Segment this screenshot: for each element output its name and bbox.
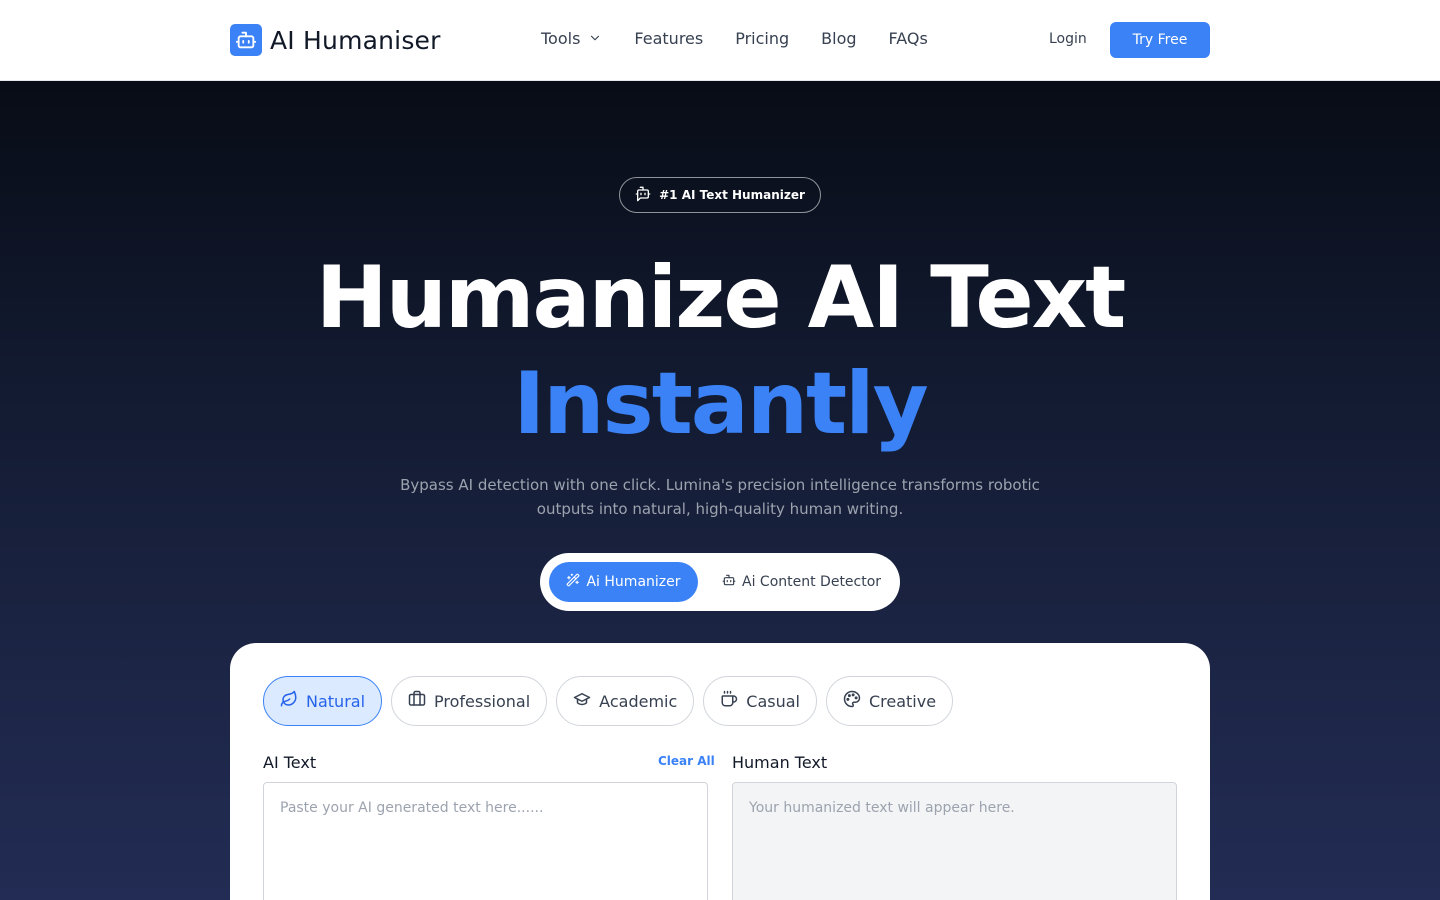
- tone-casual-label: Casual: [746, 691, 800, 711]
- nav-tools[interactable]: Tools: [541, 28, 602, 48]
- robot-logo-icon: [230, 24, 262, 56]
- tone-professional[interactable]: Professional: [391, 676, 548, 726]
- try-free-button[interactable]: Try Free: [1110, 22, 1210, 58]
- tone-natural[interactable]: Natural: [263, 676, 383, 726]
- hero-title-highlight: Instantly: [513, 354, 928, 454]
- tone-academic-label: Academic: [599, 691, 678, 711]
- ai-text-label: AI Text: [263, 753, 317, 772]
- tone-selector: Natural Professional Academic Casual Cre…: [263, 676, 954, 726]
- hero-subtitle: Bypass AI detection with one click. Lumi…: [400, 476, 1040, 518]
- human-text-label: Human Text: [732, 753, 828, 772]
- magic-wand-icon: [566, 573, 580, 591]
- main-nav: Tools Features Pricing Blog FAQs: [541, 28, 928, 48]
- briefcase-icon: [408, 690, 426, 712]
- human-text-output[interactable]: [732, 782, 1177, 900]
- ai-content-detector-tab-label: Ai Content Detector: [742, 574, 882, 590]
- brand-name: AI Humaniser: [270, 25, 441, 55]
- mode-toggle: Ai Humanizer Ai Content Detector: [540, 553, 900, 611]
- leaf-icon: [280, 690, 298, 712]
- bot-message-icon: [635, 186, 651, 205]
- coffee-icon: [720, 690, 738, 712]
- hero-section: #1 AI Text Humanizer Humanize AI Text In…: [0, 81, 1440, 900]
- tone-creative[interactable]: Creative: [825, 676, 954, 726]
- site-header: AI Humaniser Tools Features Pricing Blog…: [0, 0, 1440, 81]
- palette-icon: [843, 690, 861, 712]
- tone-professional-label: Professional: [434, 691, 531, 711]
- chevron-down-icon: [588, 31, 602, 45]
- ai-humanizer-tab-label: Ai Humanizer: [586, 574, 681, 590]
- login-link[interactable]: Login: [1049, 31, 1087, 47]
- nav-features[interactable]: Features: [634, 28, 703, 48]
- graduation-cap-icon: [573, 690, 591, 712]
- nav-blog[interactable]: Blog: [821, 28, 856, 48]
- ai-content-detector-tab[interactable]: Ai Content Detector: [722, 562, 881, 602]
- nav-pricing[interactable]: Pricing: [735, 28, 789, 48]
- hero-badge-text: #1 AI Text Humanizer: [659, 188, 805, 202]
- brand-logo[interactable]: AI Humaniser: [230, 24, 441, 56]
- hero-title: Humanize AI Text: [315, 248, 1127, 348]
- ai-text-input[interactable]: [263, 782, 708, 900]
- humanizer-card: Natural Professional Academic Casual Cre…: [230, 643, 1210, 900]
- tone-creative-label: Creative: [868, 691, 937, 711]
- bot-icon: [722, 573, 736, 591]
- ai-humanizer-tab[interactable]: Ai Humanizer: [549, 562, 698, 602]
- tone-academic[interactable]: Academic: [556, 676, 695, 726]
- clear-all-button[interactable]: Clear All: [658, 754, 715, 768]
- tone-natural-label: Natural: [306, 691, 366, 711]
- tone-casual[interactable]: Casual: [703, 676, 817, 726]
- nav-faqs[interactable]: FAQs: [889, 28, 928, 48]
- nav-tools-label: Tools: [541, 28, 581, 48]
- hero-badge: #1 AI Text Humanizer: [619, 177, 821, 213]
